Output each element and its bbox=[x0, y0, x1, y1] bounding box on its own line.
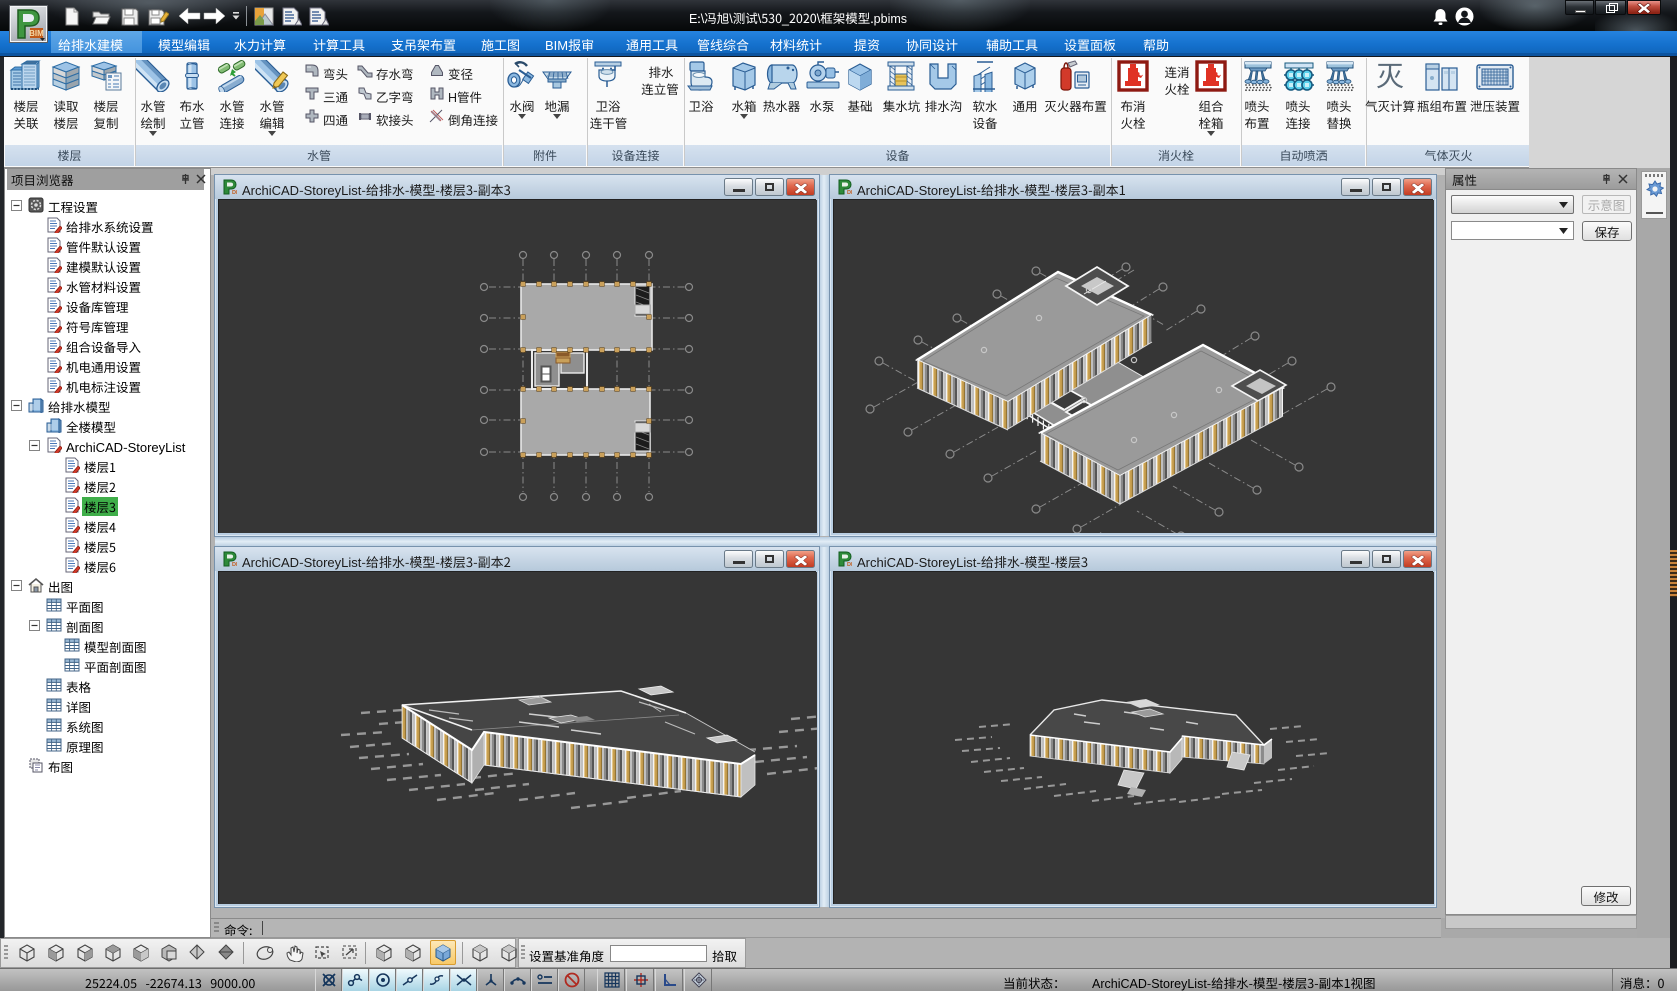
svg-text:DIM: DIM bbox=[232, 562, 237, 567]
svg-text:灭: 灭 bbox=[1376, 60, 1404, 92]
svg-text:BIM: BIM bbox=[29, 29, 44, 38]
svg-text:DIM: DIM bbox=[847, 562, 852, 567]
svg-text:DIM: DIM bbox=[232, 190, 237, 195]
svg-text:DIM: DIM bbox=[847, 190, 852, 195]
